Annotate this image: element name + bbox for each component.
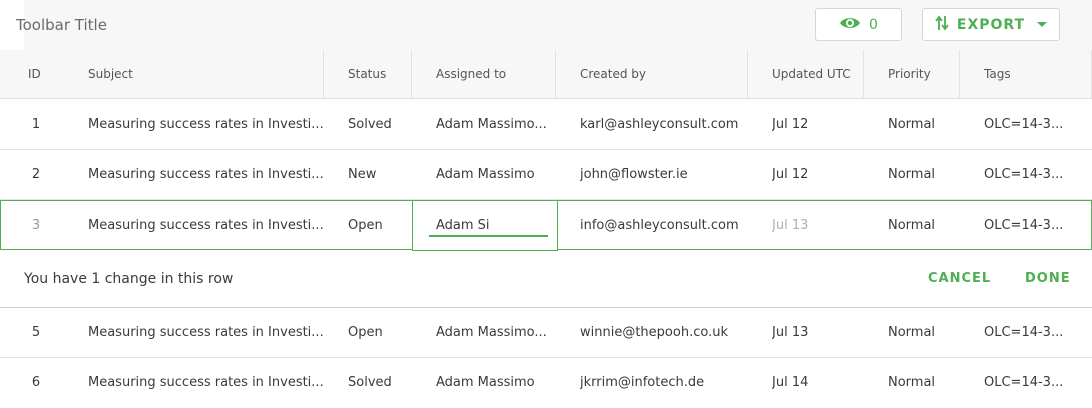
cell-id: 3 — [31, 218, 41, 233]
cell-created-by: jkrrim@infotech.de — [580, 375, 705, 390]
column-divider[interactable] — [959, 50, 960, 98]
cell-subject: Measuring success rates in Investi... — [88, 117, 324, 132]
table-row[interactable]: 5 Measuring success rates in Investi... … — [0, 308, 1092, 358]
column-header-subject[interactable]: Subject — [88, 50, 133, 98]
cell-subject: Measuring success rates in Investi... — [88, 325, 324, 340]
cell-tags: OLC=14-3... — [984, 218, 1064, 233]
views-count: 0 — [869, 16, 878, 33]
cell-updated: Jul 12 — [772, 117, 809, 132]
table-row[interactable]: 1 Measuring success rates in Investi... … — [0, 100, 1092, 150]
cell-status: Solved — [348, 375, 392, 390]
cell-tags: OLC=14-3... — [984, 167, 1064, 182]
cell-id: 2 — [31, 167, 41, 182]
cell-updated: Jul 13 — [772, 218, 809, 233]
sort-arrows-icon — [935, 15, 949, 35]
cell-priority: Normal — [888, 325, 936, 340]
cell-created-by: karl@ashleyconsult.com — [580, 117, 739, 132]
done-button[interactable]: DONE — [1025, 271, 1071, 286]
cell-updated: Jul 12 — [772, 167, 809, 182]
export-label: EXPORT — [956, 16, 1026, 33]
views-button[interactable]: 0 — [815, 8, 902, 41]
column-header-updated[interactable]: Updated UTC — [772, 50, 851, 98]
table-row-editing[interactable]: 3 Measuring success rates in Investi... … — [0, 200, 1092, 251]
table-row[interactable]: 2 Measuring success rates in Investi... … — [0, 150, 1092, 200]
cell-priority: Normal — [888, 167, 936, 182]
column-divider[interactable] — [411, 50, 412, 98]
change-message: You have 1 change in this row — [24, 271, 234, 287]
cell-subject: Measuring success rates in Investi... — [88, 167, 324, 182]
cell-id: 6 — [31, 375, 41, 390]
cancel-button[interactable]: CANCEL — [928, 271, 991, 286]
column-divider[interactable] — [323, 50, 324, 98]
cell-status: Solved — [348, 117, 392, 132]
cell-assigned: Adam Massimo — [436, 167, 535, 182]
cell-subject: Measuring success rates in Investi... — [88, 218, 324, 233]
cell-created-by: john@flowster.ie — [580, 167, 688, 182]
cell-id: 5 — [31, 325, 41, 340]
cell-priority: Normal — [888, 117, 936, 132]
column-header-created-by[interactable]: Created by — [580, 50, 646, 98]
cell-tags: OLC=14-3... — [984, 325, 1064, 340]
cell-updated: Jul 14 — [772, 375, 809, 390]
column-header-status[interactable]: Status — [348, 50, 386, 98]
cell-assigned: Adam Massimo... — [436, 117, 547, 132]
cell-assigned: Adam Massimo... — [436, 325, 547, 340]
column-divider[interactable] — [863, 50, 864, 98]
column-header-priority[interactable]: Priority — [888, 50, 931, 98]
cell-created-by: info@ashleyconsult.com — [580, 218, 739, 233]
assigned-to-input[interactable] — [429, 215, 548, 237]
column-divider[interactable] — [747, 50, 748, 98]
header-row: ID Subject Status Assigned to Created by… — [0, 50, 1092, 99]
cell-updated: Jul 13 — [772, 325, 809, 340]
cell-id: 1 — [31, 117, 41, 132]
cell-assigned: Adam Massimo — [436, 375, 535, 390]
export-button[interactable]: EXPORT — [922, 8, 1060, 41]
caret-down-icon — [1037, 22, 1048, 27]
eye-icon — [839, 16, 861, 34]
cell-status: Open — [348, 218, 383, 233]
column-header-tags[interactable]: Tags — [984, 50, 1011, 98]
toolbar-title: Toolbar Title — [16, 16, 107, 34]
column-divider[interactable] — [555, 50, 556, 98]
cell-priority: Normal — [888, 218, 936, 233]
assigned-edit-cell[interactable] — [412, 200, 558, 251]
column-header-assigned[interactable]: Assigned to — [436, 50, 506, 98]
cell-tags: OLC=14-3... — [984, 117, 1064, 132]
cell-created-by: winnie@thepooh.co.uk — [580, 325, 728, 340]
cell-status: Open — [348, 325, 383, 340]
toolbar: Toolbar Title 0 EXPORT — [0, 0, 1092, 50]
cell-subject: Measuring success rates in Investi... — [88, 375, 324, 390]
cell-tags: OLC=14-3... — [984, 375, 1064, 390]
column-header-id[interactable]: ID — [28, 50, 41, 98]
cell-priority: Normal — [888, 375, 936, 390]
cell-status: New — [348, 167, 377, 182]
row-edit-bar: You have 1 change in this row CANCEL DON… — [0, 251, 1092, 308]
